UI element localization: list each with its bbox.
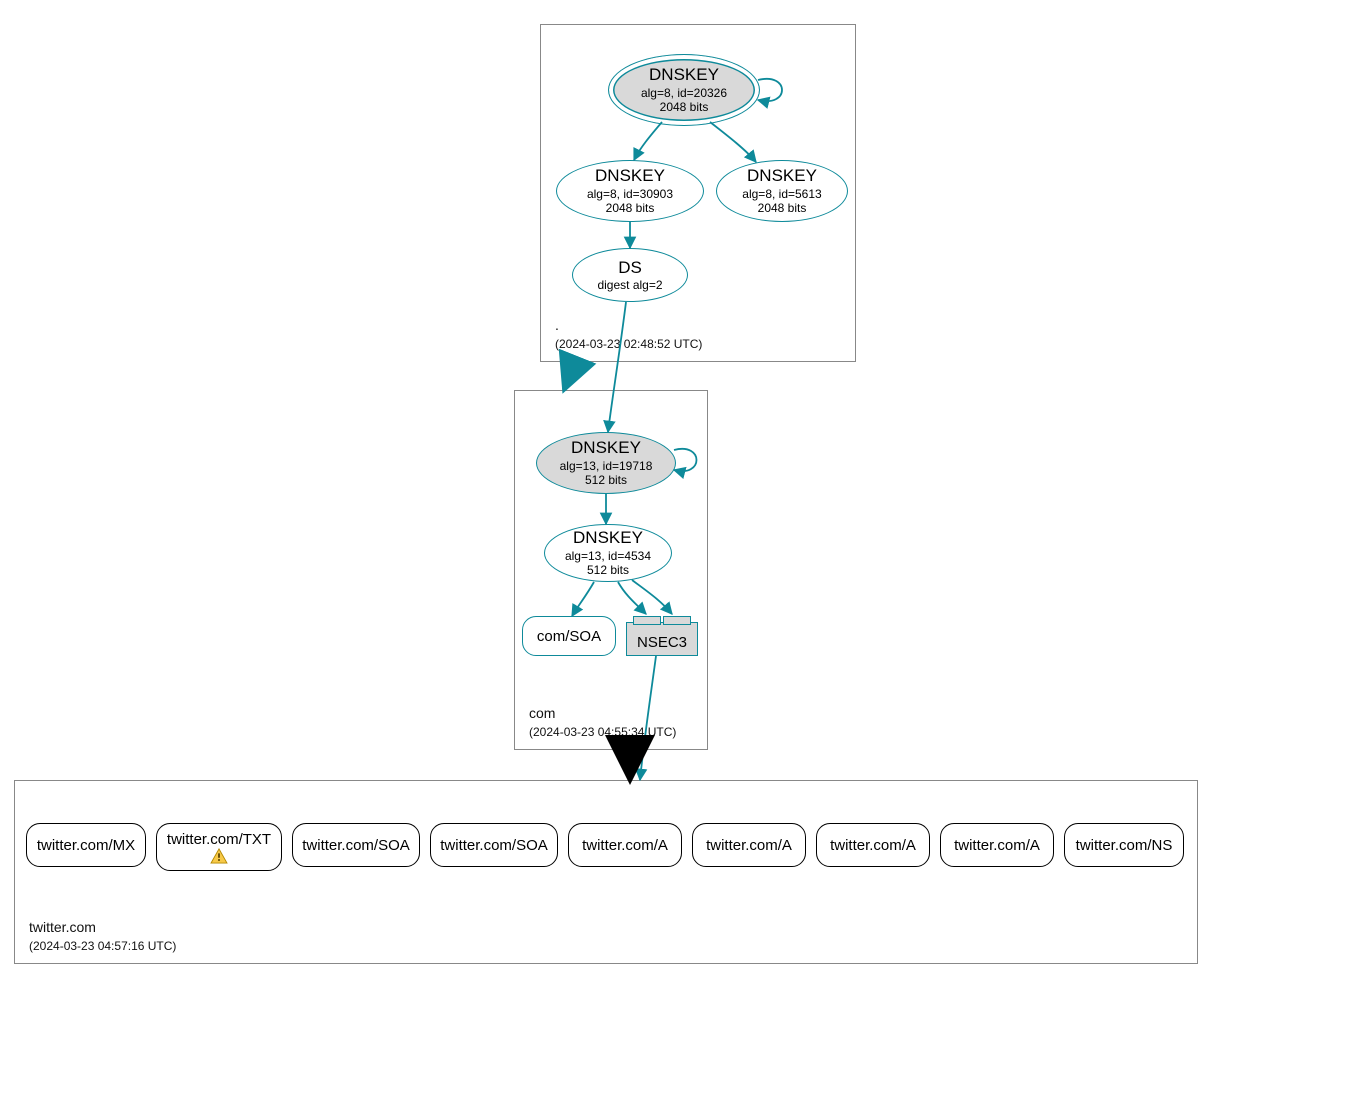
- zone-leaf-time: (2024-03-23 04:57:16 UTC): [29, 939, 176, 953]
- root-zsk1-title: DNSKEY: [595, 166, 665, 186]
- leaf-rr-txt: twitter.com/TXT: [156, 823, 282, 871]
- com-zsk-alg: alg=13, id=4534: [565, 549, 651, 563]
- root-zsk1-alg: alg=8, id=30903: [587, 187, 673, 201]
- leaf-rr-a3: twitter.com/A: [816, 823, 930, 867]
- root-ksk-title: DNSKEY: [649, 65, 719, 85]
- leaf-rr-soa2-label: twitter.com/SOA: [440, 837, 548, 854]
- leaf-rr-mx-label: twitter.com/MX: [37, 837, 135, 854]
- root-zsk1-bits: 2048 bits: [606, 201, 655, 215]
- leaf-rr-soa1: twitter.com/SOA: [292, 823, 420, 867]
- leaf-rr-soa2: twitter.com/SOA: [430, 823, 558, 867]
- zone-leaf: twitter.com (2024-03-23 04:57:16 UTC): [14, 780, 1198, 964]
- root-zsk2-alg: alg=8, id=5613: [742, 187, 821, 201]
- leaf-rr-a1-label: twitter.com/A: [582, 837, 668, 854]
- root-ds-node: DS digest alg=2: [572, 248, 688, 302]
- leaf-rr-soa1-label: twitter.com/SOA: [302, 837, 410, 854]
- com-zsk-bits: 512 bits: [587, 563, 629, 577]
- zone-com-name: com: [529, 705, 555, 721]
- leaf-rr-mx: twitter.com/MX: [26, 823, 146, 867]
- com-zsk-node: DNSKEY alg=13, id=4534 512 bits: [544, 524, 672, 582]
- root-ds-alg: digest alg=2: [597, 278, 662, 292]
- com-ksk-title: DNSKEY: [571, 438, 641, 458]
- root-ksk-bits: 2048 bits: [660, 100, 709, 114]
- zone-root-time: (2024-03-23 02:48:52 UTC): [555, 337, 702, 351]
- com-zsk-title: DNSKEY: [573, 528, 643, 548]
- com-soa-label: com/SOA: [537, 628, 601, 645]
- leaf-rr-a1: twitter.com/A: [568, 823, 682, 867]
- leaf-rr-txt-label: twitter.com/TXT: [167, 831, 271, 848]
- leaf-rr-a4: twitter.com/A: [940, 823, 1054, 867]
- zone-leaf-name: twitter.com: [29, 919, 96, 935]
- com-ksk-node: DNSKEY alg=13, id=19718 512 bits: [536, 432, 676, 494]
- root-zsk2-bits: 2048 bits: [758, 201, 807, 215]
- root-zsk2-title: DNSKEY: [747, 166, 817, 186]
- leaf-rr-a4-label: twitter.com/A: [954, 837, 1040, 854]
- com-nsec3-label: NSEC3: [637, 634, 687, 651]
- leaf-rr-a3-label: twitter.com/A: [830, 837, 916, 854]
- com-nsec3-node: NSEC3: [626, 622, 698, 656]
- zone-com-time: (2024-03-23 04:55:34 UTC): [529, 725, 676, 739]
- warning-icon: [210, 848, 228, 864]
- zone-root-name: .: [555, 317, 559, 333]
- leaf-rr-a2-label: twitter.com/A: [706, 837, 792, 854]
- leaf-rr-a2: twitter.com/A: [692, 823, 806, 867]
- root-ksk-alg: alg=8, id=20326: [641, 86, 727, 100]
- root-ds-title: DS: [618, 258, 642, 278]
- root-zsk2-node: DNSKEY alg=8, id=5613 2048 bits: [716, 160, 848, 222]
- leaf-rr-ns-label: twitter.com/NS: [1076, 837, 1173, 854]
- leaf-rr-ns: twitter.com/NS: [1064, 823, 1184, 867]
- dnssec-graph: . (2024-03-23 02:48:52 UTC) DNSKEY alg=8…: [0, 0, 1364, 1104]
- com-ksk-bits: 512 bits: [585, 473, 627, 487]
- root-ksk-node: DNSKEY alg=8, id=20326 2048 bits: [608, 54, 760, 126]
- com-soa-node: com/SOA: [522, 616, 616, 656]
- root-zsk1-node: DNSKEY alg=8, id=30903 2048 bits: [556, 160, 704, 222]
- com-ksk-alg: alg=13, id=19718: [560, 459, 653, 473]
